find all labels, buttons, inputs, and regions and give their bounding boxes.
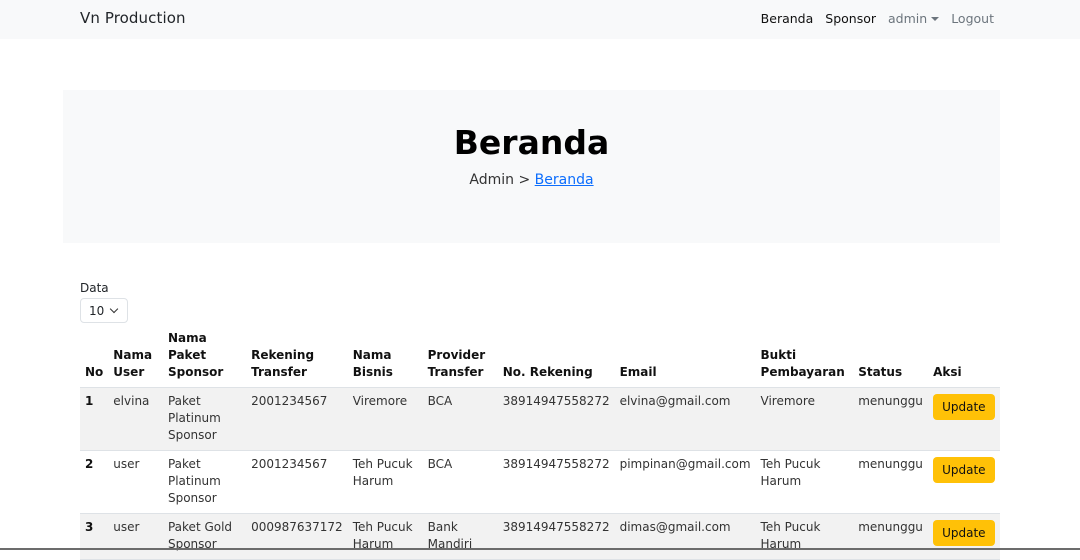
page-size-label: Data bbox=[80, 281, 109, 295]
cell-no-rekening: 38914947558272 bbox=[497, 387, 615, 451]
cell-rekening: 2001234567 bbox=[246, 387, 348, 451]
cell-rekening: 2001234567 bbox=[246, 450, 348, 514]
page-size-value: 10 bbox=[89, 304, 105, 318]
cell-status: menunggu bbox=[853, 450, 929, 514]
cell-bukti: Teh Pucuk Harum bbox=[755, 450, 854, 514]
nav-links: Beranda Sponsor admin Logout bbox=[761, 11, 994, 26]
cell-email: dimas@gmail.com bbox=[614, 513, 756, 560]
update-button[interactable]: Update bbox=[933, 520, 995, 546]
header-aksi[interactable]: Aksi bbox=[928, 330, 1000, 388]
cell-paket: Paket Platinum Sponsor bbox=[162, 387, 247, 451]
cell-no-rekening: 38914947558272 bbox=[497, 513, 615, 560]
update-button[interactable]: Update bbox=[933, 394, 995, 420]
table-header-row: No Nama User Nama Paket Sponsor Rekening… bbox=[80, 330, 1000, 388]
cell-rekening: 000987637172 bbox=[246, 513, 348, 560]
cell-email: pimpinan@gmail.com bbox=[614, 450, 756, 514]
cell-aksi: Update bbox=[928, 387, 1000, 451]
brand-logo[interactable]: Vn Production bbox=[80, 9, 186, 27]
cell-bukti: Teh Pucuk Harum bbox=[755, 513, 854, 560]
header-nama-paket-sponsor[interactable]: Nama Paket Sponsor bbox=[162, 330, 247, 388]
sponsor-table: No Nama User Nama Paket Sponsor Rekening… bbox=[80, 330, 1000, 560]
nav-link-sponsor[interactable]: Sponsor bbox=[825, 11, 876, 26]
cell-paket: Paket Platinum Sponsor bbox=[162, 450, 247, 514]
cell-bukti: Viremore bbox=[755, 387, 854, 451]
header-provider-transfer[interactable]: Provider Transfer bbox=[422, 330, 498, 388]
cell-no: 1 bbox=[80, 387, 109, 451]
nav-link-logout[interactable]: Logout bbox=[951, 11, 994, 26]
header-no[interactable]: No bbox=[80, 330, 109, 388]
payment-proof-image[interactable]: Viremore bbox=[761, 393, 815, 410]
breadcrumb: Admin > Beranda bbox=[63, 172, 1000, 188]
cell-user: user bbox=[108, 450, 163, 514]
cell-aksi: Update bbox=[928, 450, 1000, 514]
cell-provider: BCA bbox=[422, 450, 498, 514]
cell-email: elvina@gmail.com bbox=[614, 387, 756, 451]
cell-user: elvina bbox=[108, 387, 163, 451]
cell-status: menunggu bbox=[853, 387, 929, 451]
breadcrumb-separator: > bbox=[514, 172, 535, 188]
cell-bisnis: Viremore bbox=[347, 387, 423, 451]
hero-banner: Beranda Admin > Beranda bbox=[63, 90, 1000, 243]
update-button[interactable]: Update bbox=[933, 457, 995, 483]
cell-no: 2 bbox=[80, 450, 109, 514]
cell-user: user bbox=[108, 513, 163, 560]
cell-aksi: Update bbox=[928, 513, 1000, 560]
breadcrumb-current-link[interactable]: Beranda bbox=[535, 172, 594, 188]
nav-dropdown-admin-label: admin bbox=[888, 11, 928, 26]
header-nama-user[interactable]: Nama User bbox=[108, 330, 163, 388]
cell-bisnis: Teh Pucuk Harum bbox=[347, 513, 423, 560]
header-nama-bisnis[interactable]: Nama Bisnis bbox=[347, 330, 423, 388]
cell-no: 3 bbox=[80, 513, 109, 560]
nav-link-beranda[interactable]: Beranda bbox=[761, 11, 814, 26]
header-status[interactable]: Status bbox=[853, 330, 929, 388]
header-email[interactable]: Email bbox=[614, 330, 756, 388]
cell-provider: BCA bbox=[422, 387, 498, 451]
table-row: 1 elvina Paket Platinum Sponsor 20012345… bbox=[80, 387, 1000, 451]
cell-paket: Paket Gold Sponsor bbox=[162, 513, 247, 560]
payment-proof-image[interactable]: Teh Pucuk Harum bbox=[761, 456, 849, 490]
page-title: Beranda bbox=[453, 123, 610, 162]
header-no-rekening[interactable]: No. Rekening bbox=[497, 330, 615, 388]
page-size-select[interactable]: 10 bbox=[80, 298, 128, 323]
breadcrumb-root: Admin bbox=[469, 172, 515, 188]
header-rekening-transfer[interactable]: Rekening Transfer bbox=[246, 330, 348, 388]
cell-provider: Bank Mandiri bbox=[422, 513, 498, 560]
chevron-down-icon bbox=[109, 304, 119, 314]
table-row: 2 user Paket Platinum Sponsor 2001234567… bbox=[80, 450, 1000, 514]
navbar: Vn Production Beranda Sponsor admin Logo… bbox=[0, 0, 1080, 39]
header-bukti-pembayaran[interactable]: Bukti Pembayaran bbox=[755, 330, 854, 388]
cell-no-rekening: 38914947558272 bbox=[497, 450, 615, 514]
nav-dropdown-admin[interactable]: admin bbox=[888, 11, 940, 26]
cell-bisnis: Teh Pucuk Harum bbox=[347, 450, 423, 514]
table-row: 3 user Paket Gold Sponsor 000987637172 T… bbox=[80, 513, 1000, 560]
cell-status: menunggu bbox=[853, 513, 929, 560]
caret-down-icon bbox=[931, 17, 940, 21]
